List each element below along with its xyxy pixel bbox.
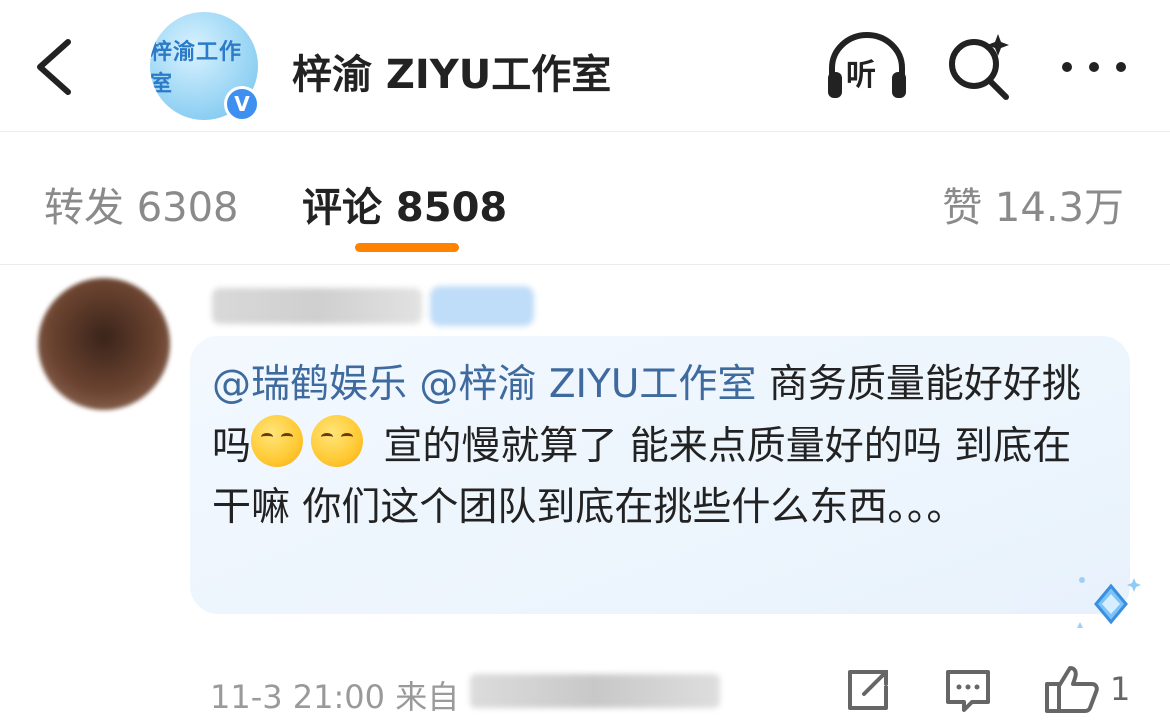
listen-label: 听	[846, 58, 876, 93]
mention-link[interactable]: @梓渝 ZIYU工作室	[419, 362, 756, 407]
listen-button[interactable]: 听	[824, 28, 910, 104]
commenter-badge-blurred	[430, 286, 534, 326]
share-button[interactable]	[844, 666, 892, 714]
tab-comment[interactable]: 评论 8508	[302, 175, 507, 233]
more-dots-icon	[1062, 62, 1072, 72]
mention-link[interactable]: @瑞鹤娱乐	[212, 362, 407, 407]
like-button[interactable]	[1044, 664, 1100, 714]
comment-text: @瑞鹤娱乐 @梓渝 ZIYU工作室 商务质量能好好挑吗 宣的慢就算了 能来点质量…	[212, 354, 1092, 538]
thinking-face-emoji-icon	[251, 415, 304, 467]
comment-source-blurred	[470, 674, 720, 708]
more-button[interactable]	[1058, 42, 1130, 92]
comment-footer: 11-3 21:00 来自 1	[0, 664, 1170, 720]
back-arrow-icon	[37, 39, 71, 95]
reply-button[interactable]	[944, 668, 992, 714]
active-tab-indicator	[355, 243, 459, 252]
gem-decoration-icon	[1077, 577, 1141, 628]
search-icon	[949, 34, 1009, 100]
tab-bar: 转发 6308 评论 8508 赞 14.3万	[0, 133, 1170, 265]
comment-bubble-icon	[946, 670, 990, 712]
thinking-face-emoji-icon	[311, 415, 364, 467]
top-bar: 梓渝工作室 V 梓渝 ZIYU工作室 听	[0, 0, 1170, 132]
thumbs-up-icon	[1045, 666, 1099, 713]
comment-item: @瑞鹤娱乐 @梓渝 ZIYU工作室 商务质量能好好挑吗 宣的慢就算了 能来点质量…	[0, 266, 1170, 720]
share-icon	[848, 670, 888, 710]
like-count: 1	[1110, 670, 1131, 708]
search-button[interactable]	[940, 28, 1016, 104]
verified-badge-icon: V	[224, 86, 260, 122]
tab-repost[interactable]: 转发 6308	[44, 175, 239, 233]
back-button[interactable]	[30, 38, 80, 96]
account-avatar[interactable]: 梓渝工作室 V	[150, 12, 262, 124]
commenter-name-blurred[interactable]	[212, 288, 422, 324]
tab-like[interactable]: 赞 14.3万	[942, 175, 1124, 233]
page-title[interactable]: 梓渝 ZIYU工作室	[292, 42, 611, 100]
comment-timestamp: 11-3 21:00 来自	[210, 678, 460, 716]
commenter-avatar[interactable]	[38, 278, 170, 410]
